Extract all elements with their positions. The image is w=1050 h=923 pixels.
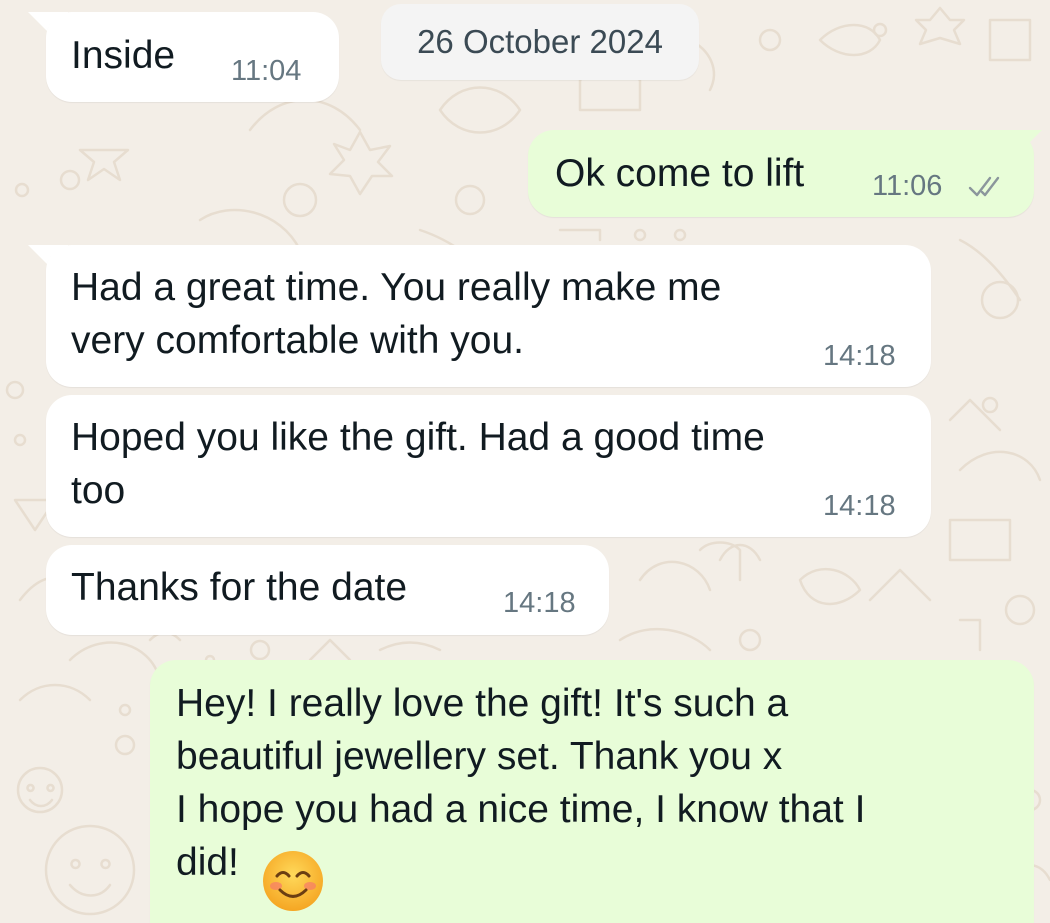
- message-text: Inside: [71, 34, 176, 77]
- message-text: Ok come to lift: [555, 152, 805, 195]
- message-bubble-outgoing[interactable]: Ok come to lift 11:06: [528, 130, 1034, 217]
- message-bubble-incoming[interactable]: Had a great time. You really make me ver…: [46, 245, 931, 387]
- date-separator: 26 October 2024: [381, 4, 699, 80]
- message-timestamp: 11:06: [872, 170, 943, 202]
- message-timestamp: 14:18: [823, 490, 896, 522]
- smiling-face-icon: [263, 851, 323, 911]
- message-text: Thanks for the date: [71, 566, 408, 609]
- message-timestamp: 14:18: [503, 587, 576, 619]
- message-bubble-incoming[interactable]: Thanks for the date 14:18: [46, 545, 609, 635]
- double-tick-icon: [968, 176, 1000, 197]
- message-timestamp: 14:18: [823, 340, 896, 372]
- date-separator-label: 26 October 2024: [417, 23, 663, 60]
- message-bubble-incoming[interactable]: Inside 11:04: [46, 12, 339, 102]
- message-bubble-incoming[interactable]: Hoped you like the gift. Had a good time…: [46, 395, 931, 537]
- message-bubble-outgoing[interactable]: Hey! I really love the gift! It's such a…: [150, 660, 1034, 923]
- message-timestamp: 11:04: [231, 55, 302, 87]
- message-text: Hoped you like the gift. Had a good time…: [71, 416, 765, 512]
- message-text: Had a great time. You really make me ver…: [71, 266, 722, 362]
